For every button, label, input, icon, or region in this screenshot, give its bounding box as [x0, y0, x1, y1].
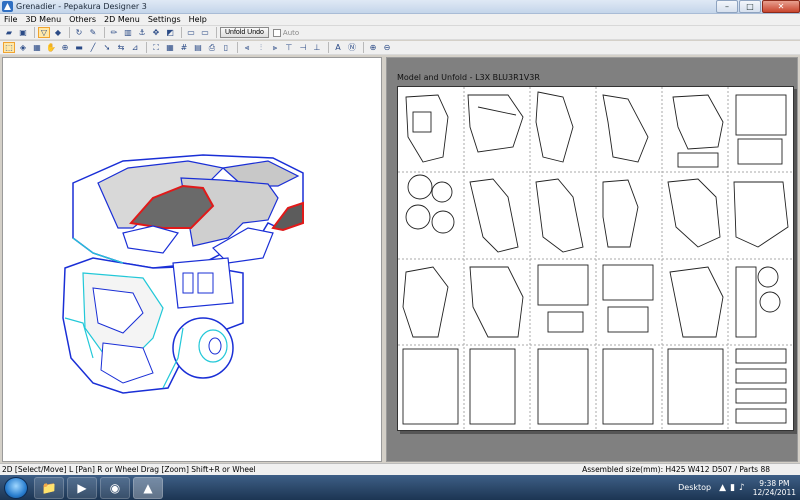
window-controls: – □ ✕ — [715, 0, 800, 14]
align-center-icon[interactable]: ⫶ — [255, 42, 267, 53]
number-select-icon[interactable]: Ⓝ — [346, 42, 358, 53]
align-right-icon[interactable]: ⫸ — [269, 42, 281, 53]
chrome-taskbar-icon[interactable]: ◉ — [100, 476, 130, 499]
fold-icon[interactable]: ◩ — [164, 27, 176, 38]
page-icon[interactable]: ▯ — [220, 42, 232, 53]
tray-expand-icon[interactable]: ▲ — [719, 483, 726, 493]
align-left-icon[interactable]: ⫷ — [241, 42, 253, 53]
cube-icon[interactable]: ▦ — [31, 42, 43, 53]
align-middle-icon[interactable]: ⊣ — [297, 42, 309, 53]
align-top-icon[interactable]: ⊤ — [283, 42, 295, 53]
unfold-sheet[interactable] — [397, 86, 794, 431]
window-title: Grenadier - Pepakura Designer 3 — [16, 2, 147, 11]
clock-date: 12/24/2011 — [752, 487, 796, 497]
align-bottom-icon[interactable]: ⊥ — [311, 42, 323, 53]
zoom-in-icon[interactable]: ⊕ — [367, 42, 379, 53]
pepakura-taskbar-icon[interactable]: ▲ — [133, 476, 163, 499]
split-view-icon[interactable]: ▭ — [199, 27, 211, 38]
text-icon[interactable]: A — [332, 42, 344, 53]
start-button[interactable] — [4, 476, 28, 499]
3d-model-render — [62, 154, 304, 394]
pencil-icon[interactable]: ✏ — [108, 27, 120, 38]
texture-view-icon[interactable]: ◆ — [52, 27, 64, 38]
close-button[interactable]: ✕ — [762, 0, 800, 13]
explorer-taskbar-icon[interactable]: 📁 — [34, 476, 64, 499]
select-mode-icon[interactable]: ⬚ — [3, 42, 15, 53]
print-icon[interactable]: ⎙ — [206, 42, 218, 53]
windows-taskbar: 📁 ▶ ◉ ▲ Desktop ▲ ▮ ♪ 9:38 PM 12/24/2011 — [0, 475, 800, 500]
desktop-toolbar-label[interactable]: Desktop — [678, 483, 711, 492]
rotate-icon[interactable]: ↻ — [73, 27, 85, 38]
toolbar-separator — [328, 42, 329, 53]
menu-help[interactable]: Help — [185, 15, 211, 24]
grid-icon[interactable]: ▦ — [164, 42, 176, 53]
toolbar-separator — [363, 42, 364, 53]
toolbar-separator — [146, 42, 147, 53]
toolbar-separator — [69, 27, 70, 38]
rect-icon[interactable]: ▬ — [73, 42, 85, 53]
menu-2d[interactable]: 2D Menu — [100, 15, 144, 24]
menu-settings[interactable]: Settings — [144, 15, 185, 24]
media-player-taskbar-icon[interactable]: ▶ — [67, 476, 97, 499]
zoom-icon[interactable]: ⊕ — [59, 42, 71, 53]
status-assembled-size: Assembled size(mm): H425 W412 D507 / Par… — [582, 465, 770, 474]
status-bar: 2D [Select/Move] L [Pan] R or Wheel Drag… — [0, 463, 800, 475]
system-tray: Desktop ▲ ▮ ♪ 9:38 PM 12/24/2011 — [678, 475, 800, 500]
toolbar-separator — [216, 27, 217, 38]
line-icon[interactable]: ╱ — [87, 42, 99, 53]
menu-bar: File 3D Menu Others 2D Menu Settings Hel… — [0, 14, 800, 26]
view-3d-icon[interactable]: ◈ — [17, 42, 29, 53]
clock-time: 9:38 PM — [759, 478, 790, 488]
clock[interactable]: 9:38 PM 12/24/2011 — [753, 479, 796, 497]
secondary-toolbar: ⬚ ◈ ▦ ✋ ⊕ ▬ ╱ ➘ ⇆ ⊿ ⛶ ▦ # ▤ ⎙ ▯ ⫷ ⫶ ⫸ ⊤ … — [0, 41, 800, 55]
auto-checkbox[interactable] — [272, 28, 281, 37]
toolbar-separator — [237, 42, 238, 53]
number-icon[interactable]: # — [178, 42, 190, 53]
3d-view-pane[interactable] — [2, 57, 382, 462]
layout-icon[interactable]: ▤ — [192, 42, 204, 53]
auto-checkbox-label: Auto — [282, 28, 300, 37]
arrow-icon[interactable]: ➘ — [101, 42, 113, 53]
network-icon[interactable]: ▮ — [730, 483, 735, 493]
title-bar: Grenadier - Pepakura Designer 3 – □ ✕ — [0, 0, 800, 14]
toolbar-separator — [104, 27, 105, 38]
unfold-undo-button[interactable]: Unfold Undo — [220, 27, 269, 38]
open-folder-icon[interactable]: ▰ — [3, 27, 15, 38]
minimize-button[interactable]: – — [716, 0, 738, 13]
edge-view-icon[interactable]: ▽ — [38, 27, 50, 38]
cylinder-icon[interactable]: ▥ — [122, 27, 134, 38]
pepakura-app-icon — [2, 1, 13, 12]
status-mode-hint: 2D [Select/Move] L [Pan] R or Wheel Drag… — [2, 465, 256, 474]
anchor-icon[interactable]: ⚓ — [136, 27, 148, 38]
toolbar-separator — [181, 27, 182, 38]
zoom-out-icon[interactable]: ⊖ — [381, 42, 393, 53]
menu-file[interactable]: File — [0, 15, 21, 24]
2d-unfold-pane[interactable]: Model and Unfold - L3X BLU3R1V3R — [386, 57, 798, 462]
menu-3d[interactable]: 3D Menu — [21, 15, 65, 24]
move-icon[interactable]: ✥ — [150, 27, 162, 38]
maximize-button[interactable]: □ — [739, 0, 761, 13]
fit-icon[interactable]: ⛶ — [150, 42, 162, 53]
sheet-title: Model and Unfold - L3X BLU3R1V3R — [397, 73, 540, 82]
menu-others[interactable]: Others — [65, 15, 100, 24]
paint-icon[interactable]: ✎ — [87, 27, 99, 38]
toolbar-separator — [34, 27, 35, 38]
unfold-parts-drawing — [398, 87, 793, 430]
volume-icon[interactable]: ♪ — [739, 483, 745, 493]
flap-icon[interactable]: ⊿ — [129, 42, 141, 53]
join-icon[interactable]: ⇆ — [115, 42, 127, 53]
pan-icon[interactable]: ✋ — [45, 42, 57, 53]
window-icon[interactable]: ▭ — [185, 27, 197, 38]
save-icon[interactable]: ▣ — [17, 27, 29, 38]
main-toolbar: ▰ ▣ ▽ ◆ ↻ ✎ ✏ ▥ ⚓ ✥ ◩ ▭ ▭ Unfold Undo Au… — [0, 26, 800, 40]
